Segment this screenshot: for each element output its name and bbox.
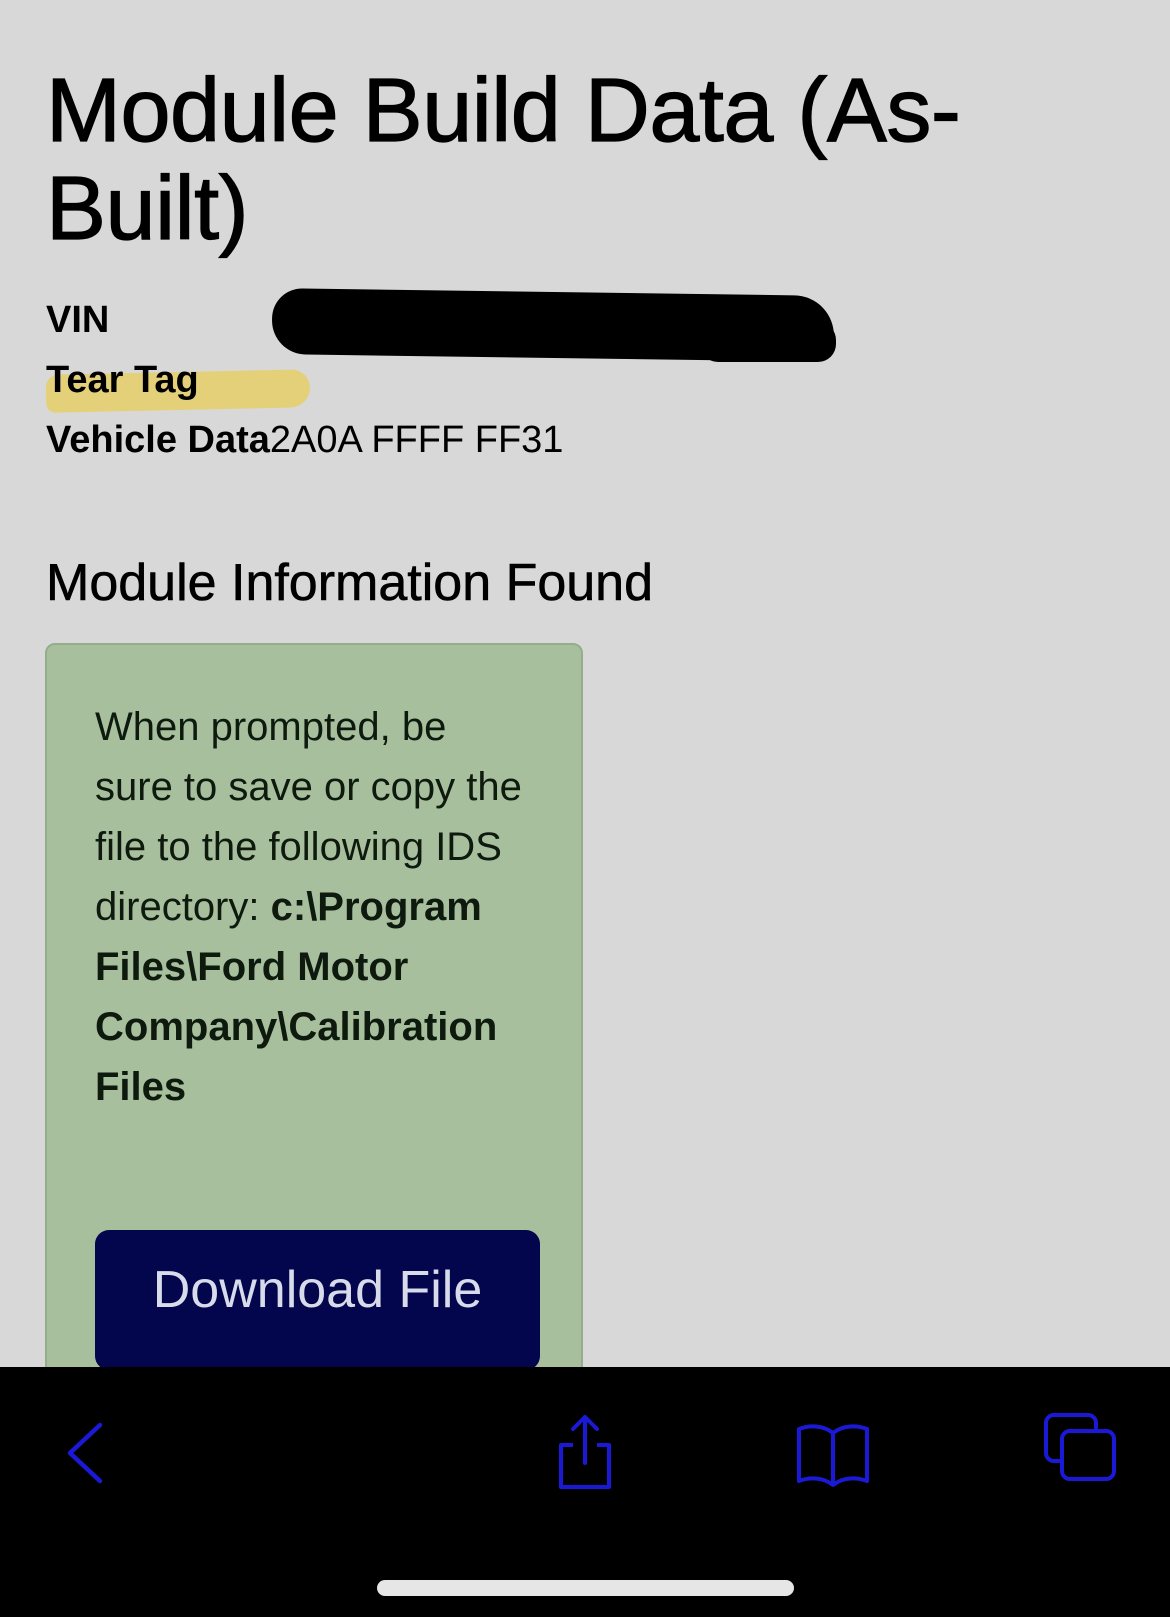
tear-tag-label: Tear Tag xyxy=(46,359,199,401)
page-title: Module Build Data (As-Built) xyxy=(45,61,961,259)
vehicle-data-value: 2A0A FFFF FF31 xyxy=(269,419,564,461)
tabs-icon[interactable] xyxy=(1042,1411,1122,1491)
download-file-button[interactable]: Download File xyxy=(95,1230,540,1367)
share-icon[interactable] xyxy=(545,1411,625,1491)
vin-redaction-tail xyxy=(700,322,836,362)
back-icon[interactable] xyxy=(48,1411,128,1491)
notice-text-block: When prompted, be sure to save or copy t… xyxy=(95,697,535,1117)
browser-toolbar xyxy=(0,1367,1170,1617)
home-indicator xyxy=(377,1580,794,1596)
vehicle-data-row: Vehicle Data2A0A FFFF FF31 xyxy=(46,410,563,470)
web-page: Module Build Data (As-Built) VIN Tear Ta… xyxy=(0,0,1170,1367)
vin-label: VIN xyxy=(46,299,110,341)
vehicle-data-label: Vehicle Data xyxy=(46,419,270,461)
module-info-card: When prompted, be sure to save or copy t… xyxy=(45,643,583,1367)
section-title: Module Information Found xyxy=(46,554,654,613)
bookmarks-icon[interactable] xyxy=(793,1411,873,1491)
